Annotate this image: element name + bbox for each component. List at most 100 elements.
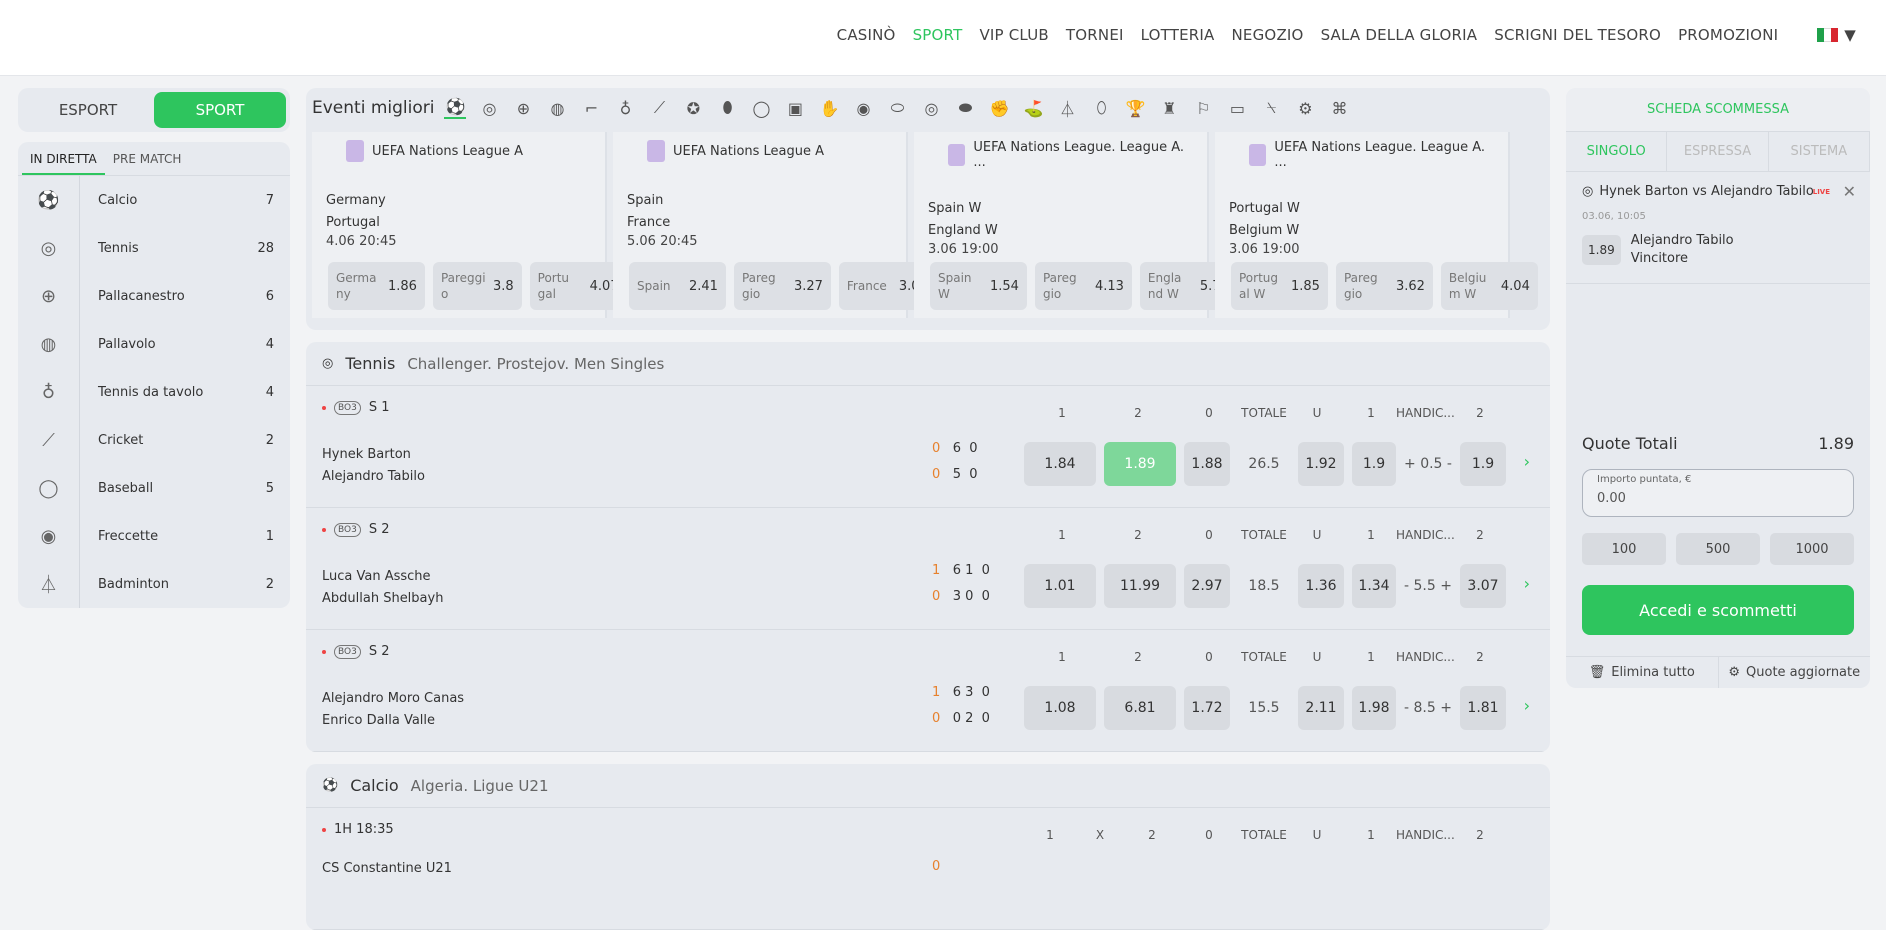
quick-stake-500[interactable]: 500 bbox=[1676, 533, 1760, 565]
nav-sala-della-gloria[interactable]: SALA DELLA GLORIA bbox=[1321, 26, 1478, 44]
quick-stake-1000[interactable]: 1000 bbox=[1770, 533, 1854, 565]
clear-all-button[interactable]: 🗑 Elimina tutto bbox=[1566, 657, 1719, 688]
nav-lotteria[interactable]: LOTTERIA bbox=[1141, 26, 1215, 44]
odd-button[interactable]: 1.84 bbox=[1024, 442, 1096, 486]
match-row[interactable]: BO3 S 1 Hynek Barton Alejandro Tabilo 0 6 … bbox=[306, 386, 1550, 508]
event-card[interactable]: UEFA Nations League. League A. ... Portu… bbox=[1215, 132, 1538, 318]
basketball-icon[interactable]: ⊕ bbox=[18, 272, 79, 320]
odd-button[interactable]: 1.34 bbox=[1352, 564, 1396, 608]
match-row[interactable]: BO3 S 2 Luca Van Assche Abdullah Shelbayh … bbox=[306, 508, 1550, 630]
gamepad-icon[interactable]: ⌘ bbox=[1328, 97, 1350, 119]
sport-item-freccette[interactable]: Freccette 1 bbox=[98, 512, 274, 560]
sport-item-tennis-da-tavolo[interactable]: Tennis da tavolo 4 bbox=[98, 368, 274, 416]
stake-value[interactable]: 0.00 bbox=[1597, 491, 1839, 506]
sport-toggle[interactable]: SPORT bbox=[154, 92, 286, 128]
odd-button[interactable]: 11.99 bbox=[1104, 564, 1176, 608]
odd-button[interactable]: Pareg gio 3.27 bbox=[733, 262, 831, 310]
odd-button[interactable]: Pareggi o 3.8 bbox=[432, 262, 522, 310]
rugby-icon[interactable]: ⬮ bbox=[716, 97, 738, 119]
odds-updated-button[interactable]: ⚙ Quote aggiornate bbox=[1719, 657, 1871, 688]
match-row[interactable]: 1H 18:35 CS Constantine U21 0 1 X 2 0 TO… bbox=[306, 808, 1550, 930]
odd-button[interactable]: 1.81 bbox=[1460, 686, 1506, 730]
match-row[interactable]: BO3 S 2 Alejandro Moro Canas Enrico Dalla … bbox=[306, 630, 1550, 752]
tab-espressa[interactable]: ESPRESSA bbox=[1667, 132, 1769, 171]
close-icon[interactable]: ✕ bbox=[1843, 182, 1856, 201]
dart-icon[interactable]: ◉ bbox=[18, 512, 79, 560]
chess-icon[interactable]: ♜ bbox=[1158, 97, 1180, 119]
volleyball-icon[interactable]: ◍ bbox=[546, 97, 568, 119]
tab-singolo[interactable]: SINGOLO bbox=[1566, 132, 1668, 171]
odd-button[interactable]: Pareg gio 3.62 bbox=[1335, 262, 1433, 310]
volleyball-icon[interactable]: ◍ bbox=[18, 320, 79, 368]
american-football-icon[interactable]: ⬭ bbox=[886, 97, 908, 119]
odd-button[interactable]: Germa ny 1.86 bbox=[328, 262, 425, 310]
event-card[interactable]: UEFA Nations League A Germany Portugal 4.… bbox=[312, 132, 627, 318]
golf-icon[interactable]: ⛳ bbox=[1022, 97, 1044, 119]
sport-item-pallacanestro[interactable]: Pallacanestro 6 bbox=[98, 272, 274, 320]
tab-in-diretta[interactable]: IN DIRETTA bbox=[22, 142, 105, 175]
odd-button[interactable]: Belgiu m W 4.04 bbox=[1440, 262, 1538, 310]
chevron-right-icon[interactable]: › bbox=[1524, 574, 1530, 593]
login-and-bet-button[interactable]: Accedi e scommetti bbox=[1582, 585, 1854, 635]
ice-hockey-icon[interactable]: ⍀ bbox=[1260, 97, 1282, 119]
nav-promozioni[interactable]: PROMOZIONI bbox=[1678, 26, 1778, 44]
settings-icon[interactable]: ⚙ bbox=[1294, 97, 1316, 119]
runner-icon[interactable]: ⚐ bbox=[1192, 97, 1214, 119]
nav-tornei[interactable]: TORNEI bbox=[1066, 26, 1124, 44]
tennis-ball-icon[interactable]: ◎ bbox=[18, 224, 79, 272]
tv-icon[interactable]: ▭ bbox=[1226, 97, 1248, 119]
language-flag-icon[interactable]: ▼ bbox=[1817, 26, 1856, 44]
nav-negozio[interactable]: NEGOZIO bbox=[1232, 26, 1304, 44]
baseball-icon[interactable]: ◯ bbox=[18, 464, 79, 512]
odd-button[interactable]: Portug al W 1.85 bbox=[1231, 262, 1328, 310]
odd-button[interactable]: 1.88 bbox=[1184, 442, 1230, 486]
sport-item-tennis[interactable]: Tennis 28 bbox=[98, 224, 274, 272]
odd-button[interactable]: 1.36 bbox=[1298, 564, 1344, 608]
odd-button[interactable]: 3.07 bbox=[1460, 564, 1506, 608]
dart-icon[interactable]: ◎ bbox=[920, 97, 942, 119]
cricket-bat-icon[interactable]: ⟋ bbox=[18, 416, 79, 464]
sport-item-calcio[interactable]: Calcio 7 bbox=[98, 176, 274, 224]
odd-button[interactable]: 1.98 bbox=[1352, 686, 1396, 730]
aussie-rules-icon[interactable]: ⬯ bbox=[1090, 97, 1112, 119]
tab-sistema[interactable]: SISTEMA bbox=[1769, 132, 1870, 171]
odd-button[interactable]: 2.97 bbox=[1184, 564, 1230, 608]
table-tennis-icon[interactable]: ♁ bbox=[614, 97, 636, 119]
chevron-right-icon[interactable]: › bbox=[1524, 696, 1530, 715]
soccer-ball-icon[interactable]: ⚽ bbox=[18, 176, 79, 224]
tab-pre-match[interactable]: PRE MATCH bbox=[105, 142, 190, 175]
hockey-icon[interactable]: ⌐ bbox=[580, 97, 602, 119]
odd-button[interactable]: 2.11 bbox=[1298, 686, 1344, 730]
event-card[interactable]: UEFA Nations League A Spain France 5.06 2… bbox=[613, 132, 936, 318]
nav-casino[interactable]: CASINÒ bbox=[837, 26, 896, 44]
shuttlecock-icon[interactable]: ⏃ bbox=[18, 560, 79, 608]
baseball-icon[interactable]: ◯ bbox=[750, 97, 772, 119]
sport-item-badminton[interactable]: Badminton 2 bbox=[98, 560, 274, 608]
odd-button[interactable]: Spain W 1.54 bbox=[930, 262, 1027, 310]
sport-item-cricket[interactable]: Cricket 2 bbox=[98, 416, 274, 464]
quick-stake-100[interactable]: 100 bbox=[1582, 533, 1666, 565]
odd-button[interactable]: Spain 2.41 bbox=[629, 262, 726, 310]
odd-button[interactable]: 6.81 bbox=[1104, 686, 1176, 730]
sport-item-pallavolo[interactable]: Pallavolo 4 bbox=[98, 320, 274, 368]
odd-button[interactable]: 1.08 bbox=[1024, 686, 1096, 730]
sport-item-baseball[interactable]: Baseball 5 bbox=[98, 464, 274, 512]
table-tennis-icon[interactable]: ♁ bbox=[18, 368, 79, 416]
snooker-icon[interactable]: ◉ bbox=[852, 97, 874, 119]
cricket-bat-icon[interactable]: ⟋ bbox=[648, 97, 670, 119]
football-icon[interactable]: ⬬ bbox=[954, 97, 976, 119]
nav-scrigni-del-tesoro[interactable]: SCRIGNI DEL TESORO bbox=[1494, 26, 1661, 44]
odd-button[interactable]: 1.92 bbox=[1298, 442, 1344, 486]
odd-button[interactable]: 1.72 bbox=[1184, 686, 1230, 730]
glove-icon[interactable]: ✋ bbox=[818, 97, 840, 119]
shuttlecock-icon[interactable]: ⏃ bbox=[1056, 97, 1078, 119]
odd-button[interactable]: 1.01 bbox=[1024, 564, 1096, 608]
field-icon[interactable]: ▣ bbox=[784, 97, 806, 119]
stake-input[interactable]: Importo puntata, € 0.00 bbox=[1582, 469, 1854, 517]
odd-button-selected[interactable]: 1.89 bbox=[1104, 442, 1176, 486]
futsal-icon[interactable]: ✪ bbox=[682, 97, 704, 119]
nav-vip-club[interactable]: VIP CLUB bbox=[979, 26, 1048, 44]
nav-sport[interactable]: SPORT bbox=[913, 26, 963, 44]
basketball-icon[interactable]: ⊕ bbox=[512, 97, 534, 119]
odd-button[interactable]: Pareg gio 4.13 bbox=[1034, 262, 1132, 310]
